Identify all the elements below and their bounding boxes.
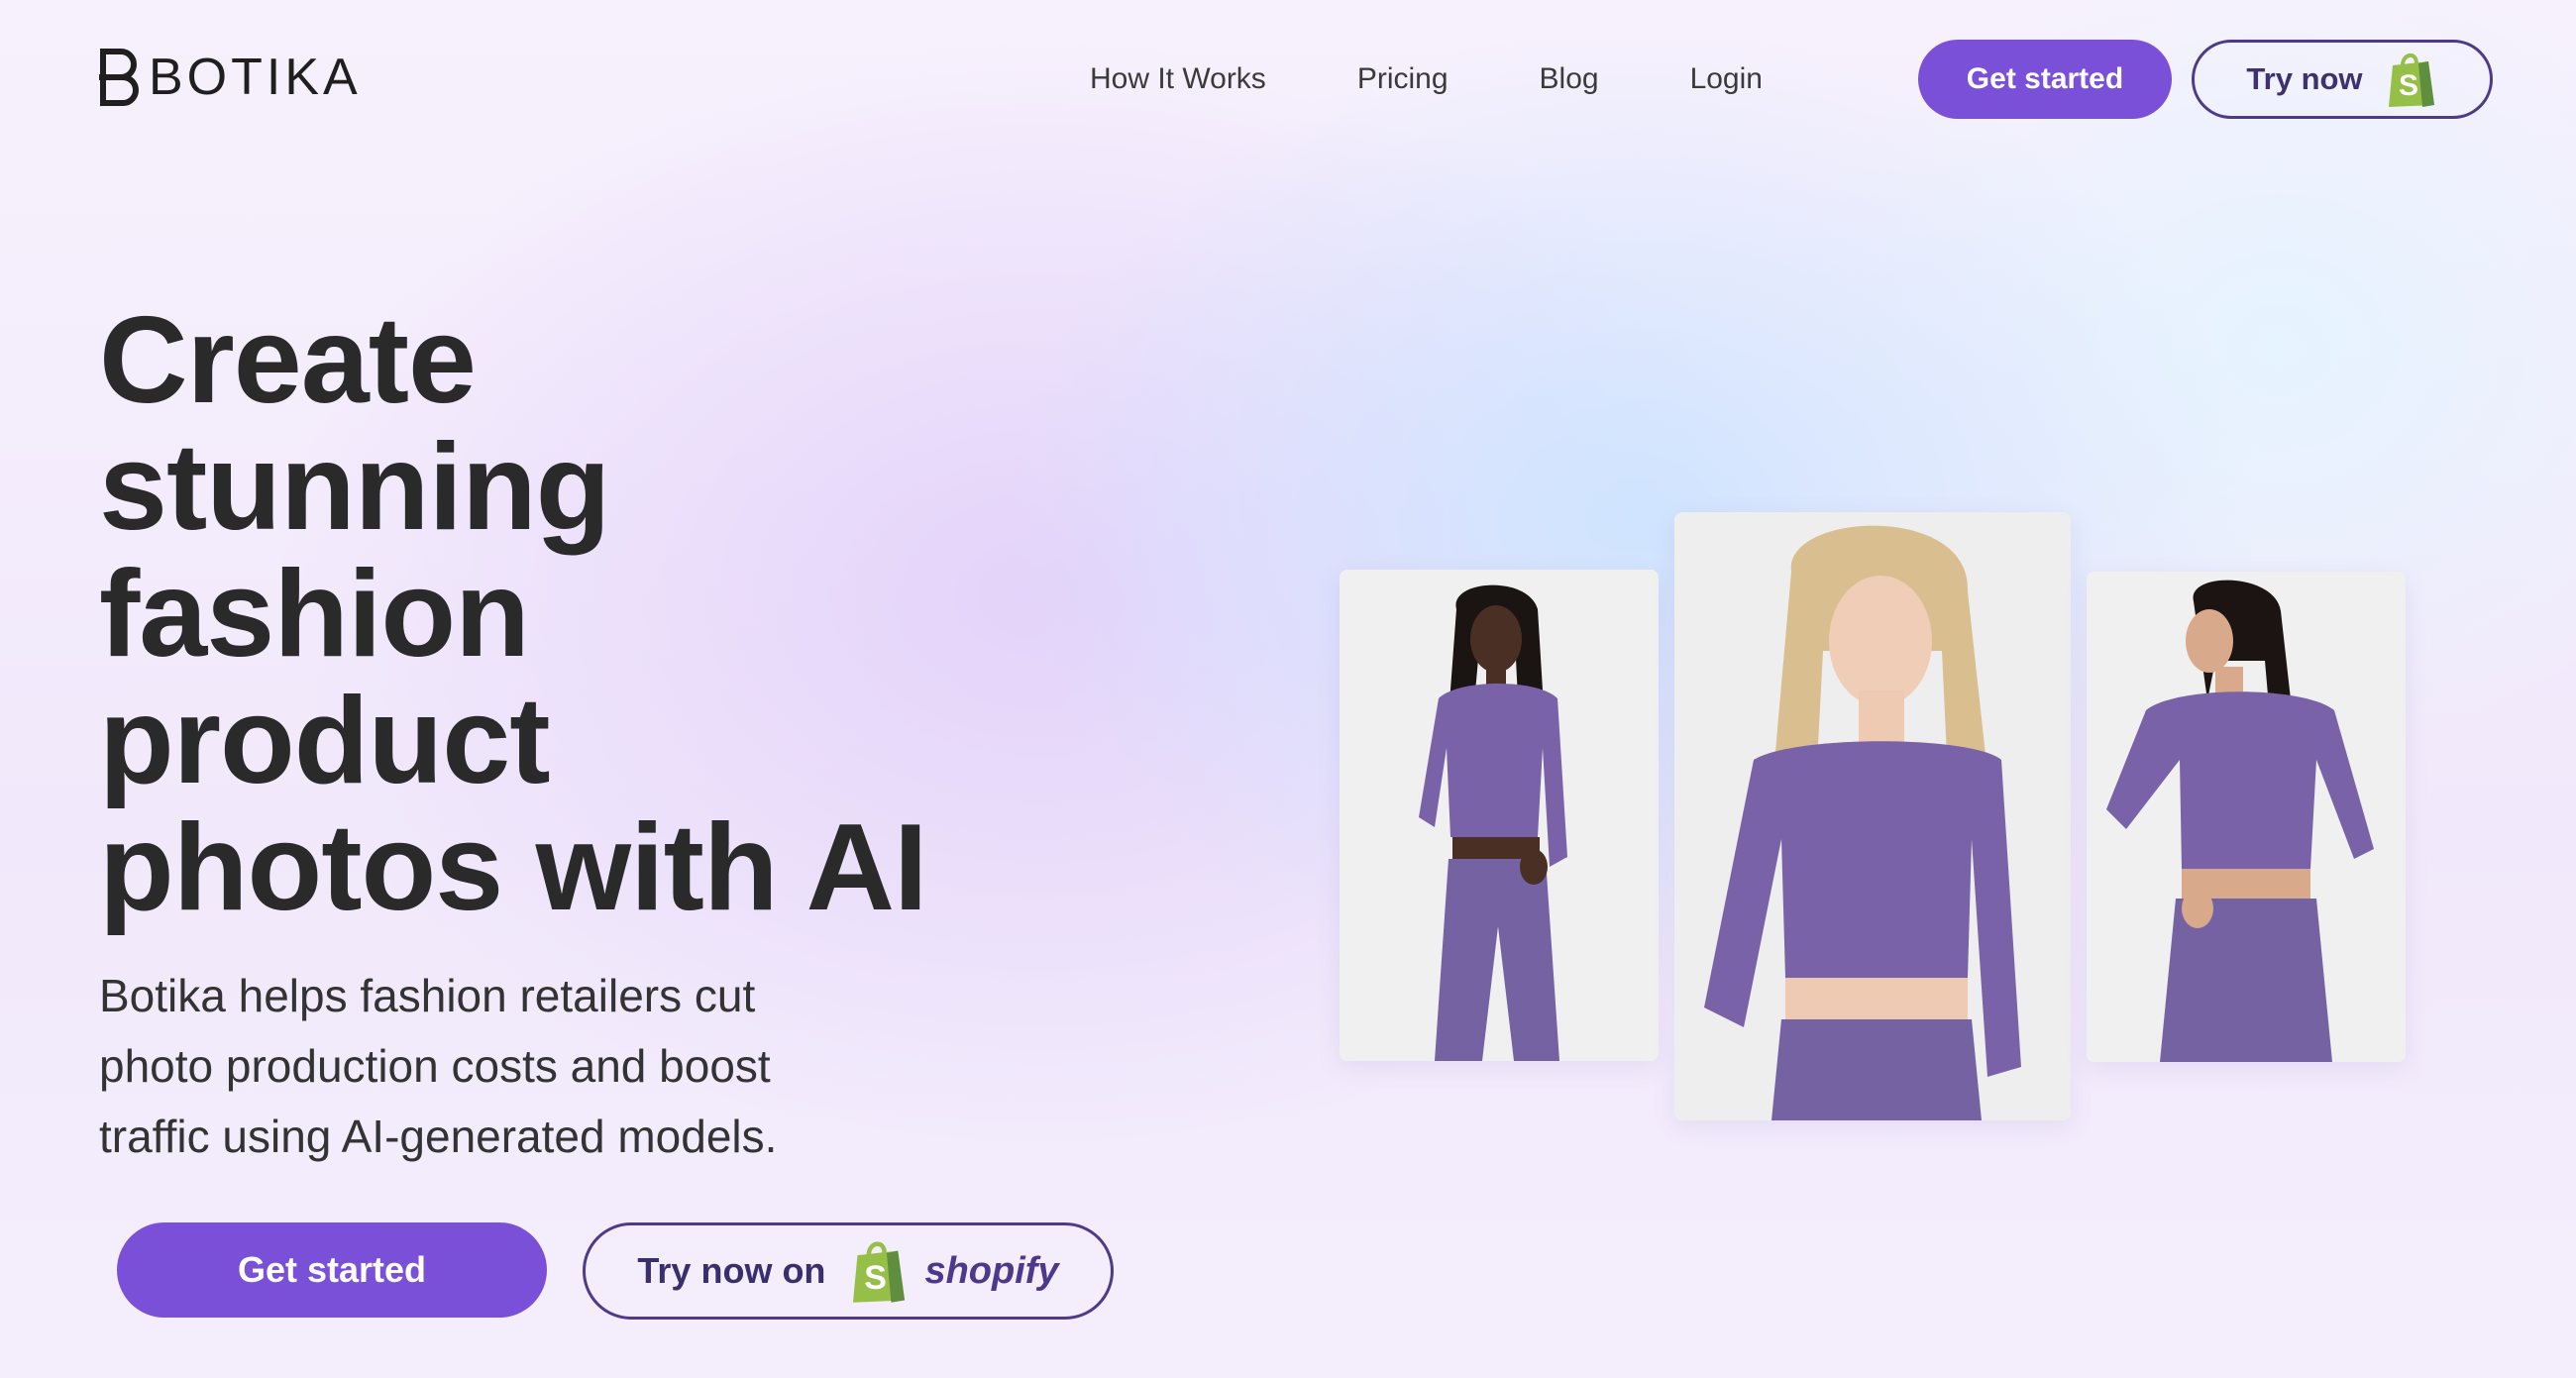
shopify-wordmark: shopify	[924, 1249, 1059, 1292]
try-now-on-label: Try now on	[637, 1250, 826, 1291]
botika-logo[interactable]: BOTIKA	[95, 46, 362, 109]
nav-login[interactable]: Login	[1690, 55, 1763, 103]
svg-text:S: S	[2399, 69, 2418, 102]
shopify-bag-icon: S	[2388, 53, 2434, 107]
subtext-line: Botika helps fashion retailers cut	[99, 970, 756, 1021]
model-photo-left	[1340, 570, 1659, 1061]
hero-try-on-shopify-button[interactable]: Try now on S shopify	[583, 1222, 1114, 1320]
nav-how-it-works[interactable]: How It Works	[1090, 55, 1266, 103]
headline-line: fashion	[99, 546, 530, 683]
headline-line: Create	[99, 292, 477, 429]
hero-subtext: Botika helps fashion retailers cut photo…	[99, 961, 1040, 1172]
nav-blog[interactable]: Blog	[1540, 55, 1599, 103]
headline-line: product	[99, 673, 551, 809]
main-nav: How It Works Pricing Blog Login	[1090, 55, 1763, 103]
try-now-label: Try now	[2246, 61, 2363, 96]
model-photo-center	[1674, 512, 2071, 1120]
headline-line: photos with AI	[99, 799, 927, 936]
logo-text: BOTIKA	[149, 49, 362, 106]
model-photo-right	[2087, 572, 2406, 1062]
shopify-bag-icon: S	[853, 1241, 906, 1303]
subtext-line: traffic using AI-generated models.	[99, 1111, 778, 1162]
nav-pricing[interactable]: Pricing	[1357, 55, 1449, 103]
header-get-started-button[interactable]: Get started	[1918, 40, 2172, 119]
headline-line: stunning	[99, 419, 610, 556]
header-try-now-button[interactable]: Try now S	[2192, 40, 2493, 119]
hero-get-started-button[interactable]: Get started	[117, 1222, 547, 1318]
subtext-line: photo production costs and boost	[99, 1040, 771, 1092]
hero-headline: Create stunning fashion product photos w…	[99, 297, 1238, 931]
botika-logo-icon	[99, 49, 139, 106]
svg-text:S: S	[865, 1259, 888, 1297]
